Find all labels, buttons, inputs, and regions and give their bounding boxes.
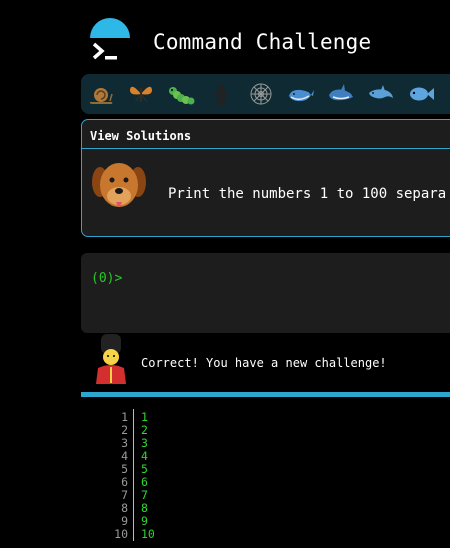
- view-solutions-header[interactable]: View Solutions: [82, 120, 450, 149]
- caterpillar-icon[interactable]: [167, 80, 195, 108]
- line-number: 10: [114, 527, 128, 541]
- butterfly-icon[interactable]: [127, 80, 155, 108]
- dolphin-icon[interactable]: [367, 80, 395, 108]
- dog-icon: [92, 163, 146, 207]
- snail-icon[interactable]: [87, 80, 115, 108]
- divider-bar: [81, 392, 450, 397]
- spiderweb-icon[interactable]: [247, 80, 275, 108]
- challenge-card: View Solutions Print the numbers 1 to 10…: [81, 119, 450, 237]
- logo: [88, 18, 132, 66]
- output-line: 10: [141, 527, 155, 541]
- whale-icon[interactable]: [287, 80, 315, 108]
- view-solutions-label[interactable]: View Solutions: [90, 129, 191, 143]
- terminal-input[interactable]: (0)>: [81, 253, 450, 333]
- challenge-text: Print the numbers 1 to 100 separa: [168, 186, 447, 202]
- ant-icon[interactable]: [207, 80, 235, 108]
- gutter-separator: [133, 409, 134, 541]
- terminal-prompt: (0)>: [91, 271, 123, 286]
- terminal-prompt-icon: [92, 42, 117, 60]
- royal-guard-icon: [96, 334, 126, 384]
- feedback-message: Correct! You have a new challenge!: [141, 356, 387, 370]
- page-title: Command Challenge: [153, 30, 372, 54]
- logo-dome: [90, 18, 130, 38]
- fish-icon[interactable]: [407, 80, 435, 108]
- orca-icon[interactable]: [327, 80, 355, 108]
- challenge-icon-bar: [81, 74, 450, 114]
